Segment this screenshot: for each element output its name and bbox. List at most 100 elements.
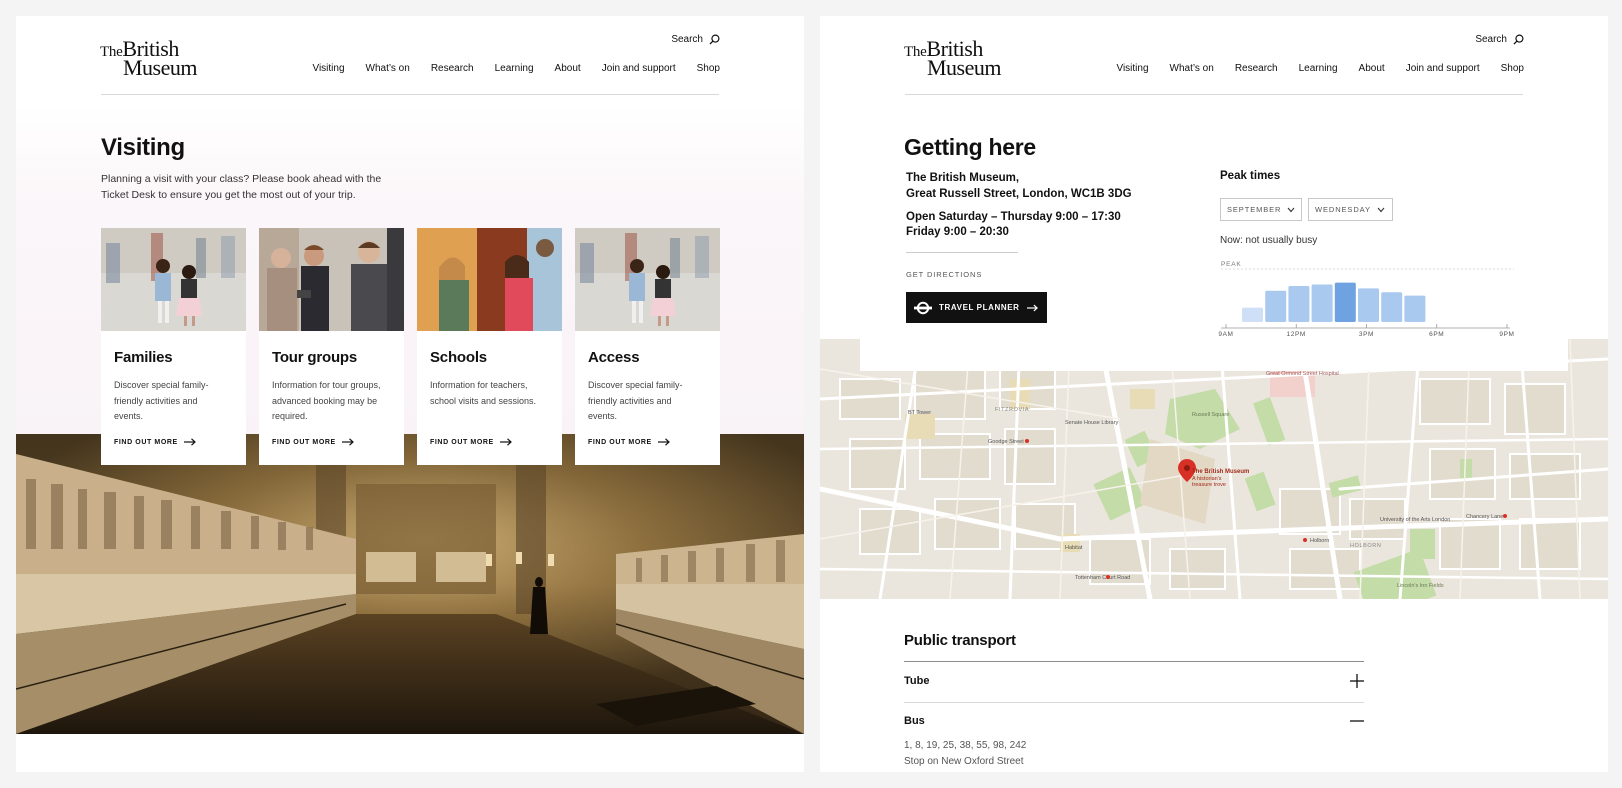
chevron-down-icon — [1287, 207, 1295, 212]
site-logo[interactable]: TheBritish Museum — [100, 38, 198, 79]
public-transport-title: Public transport — [904, 632, 1016, 649]
card-access[interactable]: Access Discover special family-friendly … — [575, 228, 720, 465]
month-select[interactable]: SEPTEMBER — [1220, 198, 1302, 221]
card-image-tour-groups — [259, 228, 404, 331]
card-title: Tour groups — [272, 349, 358, 366]
nav-research[interactable]: Research — [431, 63, 474, 74]
opening-hours: Open Saturday – Thursday 9:00 – 17:30 Fr… — [906, 211, 1121, 238]
busyness-bar — [1334, 282, 1356, 322]
tfl-roundel-icon — [914, 301, 932, 314]
page-title: Visiting — [101, 134, 185, 161]
nav-learning[interactable]: Learning — [495, 63, 534, 74]
accordion-bus[interactable]: Bus — [904, 715, 925, 727]
axis-tick-label: 12PM — [1287, 331, 1306, 336]
card-text: Discover special family-friendly activit… — [114, 380, 209, 421]
card-schools[interactable]: Schools Information for teachers, school… — [417, 228, 562, 465]
axis-tick-label: 9AM — [1218, 331, 1233, 336]
bus-stop: Stop on New Oxford Street — [904, 756, 1024, 767]
site-logo[interactable]: TheBritish Museum — [904, 38, 1002, 79]
svg-text:Goodge Street: Goodge Street — [988, 439, 1024, 445]
nav-whats-on[interactable]: What’s on — [1170, 63, 1214, 74]
peak-times-title: Peak times — [1220, 170, 1281, 182]
nav-about[interactable]: About — [1359, 63, 1385, 74]
nav-join-support[interactable]: Join and support — [1406, 63, 1480, 74]
svg-text:Tottenham Court Road: Tottenham Court Road — [1075, 575, 1130, 581]
busyness-bar — [1311, 284, 1333, 322]
busyness-bar — [1358, 288, 1379, 322]
svg-text:Lincoln's Inn Fields: Lincoln's Inn Fields — [1397, 583, 1444, 589]
divider — [906, 252, 1018, 253]
card-image-families — [101, 228, 246, 331]
accordion-tube[interactable]: Tube — [904, 675, 929, 687]
nav-research[interactable]: Research — [1235, 63, 1278, 74]
peak-label: PEAK — [1221, 261, 1242, 268]
search-label: Search — [1475, 34, 1507, 45]
svg-text:Great Ormond Street Hospital: Great Ormond Street Hospital — [1266, 371, 1339, 377]
peak-times-chart: PEAK 9AM 12PM 3PM 6PM 9PM — [1218, 261, 1514, 336]
find-out-more-link[interactable]: FIND OUT MORE — [114, 438, 196, 446]
nav-about[interactable]: About — [555, 63, 581, 74]
card-text: Information for teachers, school visits … — [430, 380, 537, 406]
map[interactable]: Russell Square Great Ormond Street Hospi… — [820, 339, 1608, 599]
get-directions-label: GET DIRECTIONS — [906, 270, 983, 279]
card-title: Access — [588, 349, 640, 366]
svg-text:University of the Arts London: University of the Arts London — [1380, 517, 1450, 523]
nav-visiting[interactable]: Visiting — [312, 63, 344, 74]
nav-shop[interactable]: Shop — [1501, 63, 1524, 74]
main-nav: Visiting What’s on Research Learning Abo… — [1116, 63, 1524, 74]
visit-cards: Families Discover special family-friendl… — [101, 228, 720, 465]
header-divider — [905, 94, 1523, 95]
svg-text:The British Museum: The British Museum — [1192, 469, 1249, 475]
search-link[interactable]: Search — [671, 34, 720, 45]
svg-text:Chancery Lane: Chancery Lane — [1466, 514, 1503, 520]
axis-tick-label: 3PM — [1359, 331, 1374, 336]
travel-planner-button[interactable]: TRAVEL PLANNER — [906, 292, 1047, 323]
busyness-bar — [1404, 295, 1426, 322]
search-label: Search — [671, 34, 703, 45]
card-text: Information for tour groups, advanced bo… — [272, 380, 381, 421]
svg-text:Russell Square: Russell Square — [1192, 412, 1229, 418]
arrow-right-icon — [183, 438, 196, 446]
nav-learning[interactable]: Learning — [1299, 63, 1338, 74]
svg-text:BT Tower: BT Tower — [908, 410, 931, 416]
getting-here-page: TheBritish Museum Search Visiting What’s… — [820, 16, 1608, 772]
axis-tick-label: 6PM — [1429, 331, 1444, 336]
gallery-photo — [16, 434, 804, 734]
nav-visiting[interactable]: Visiting — [1116, 63, 1148, 74]
arrow-right-icon — [657, 438, 670, 446]
card-image-schools — [417, 228, 562, 331]
find-out-more-link[interactable]: FIND OUT MORE — [272, 438, 354, 446]
find-out-more-link[interactable]: FIND OUT MORE — [588, 438, 670, 446]
arrow-right-icon — [341, 438, 354, 446]
header-divider — [101, 94, 719, 95]
plus-icon[interactable] — [1350, 674, 1364, 688]
nav-shop[interactable]: Shop — [697, 63, 720, 74]
current-busyness: Now: not usually busy — [1220, 235, 1318, 246]
minus-icon[interactable] — [1350, 714, 1364, 728]
divider — [904, 661, 1364, 662]
arrow-right-icon — [499, 438, 512, 446]
svg-text:Senate House Library: Senate House Library — [1065, 420, 1118, 426]
card-tour-groups[interactable]: Tour groups Information for tour groups,… — [259, 228, 404, 465]
card-image-access — [575, 228, 720, 331]
busyness-bar — [1288, 286, 1310, 322]
main-nav: Visiting What’s on Research Learning Abo… — [312, 63, 720, 74]
card-title: Families — [114, 349, 173, 366]
intro-text: Planning a visit with your class? Please… — [101, 173, 382, 201]
search-link[interactable]: Search — [1475, 34, 1524, 45]
nav-join-support[interactable]: Join and support — [602, 63, 676, 74]
divider — [904, 702, 1364, 703]
search-icon — [1513, 34, 1524, 45]
day-select[interactable]: WEDNESDAY — [1308, 198, 1393, 221]
bus-routes: 1, 8, 19, 25, 38, 55, 98, 242 — [904, 740, 1027, 751]
arrow-right-icon — [1026, 304, 1038, 311]
card-families[interactable]: Families Discover special family-friendl… — [101, 228, 246, 465]
page-title: Getting here — [904, 134, 1036, 160]
busyness-bar — [1381, 292, 1403, 322]
find-out-more-link[interactable]: FIND OUT MORE — [430, 438, 512, 446]
nav-whats-on[interactable]: What’s on — [366, 63, 410, 74]
svg-text:Holborn: Holborn — [1310, 538, 1329, 544]
axis-tick-label: 9PM — [1499, 331, 1514, 336]
busyness-bar — [1265, 290, 1287, 322]
chevron-down-icon — [1377, 207, 1385, 212]
